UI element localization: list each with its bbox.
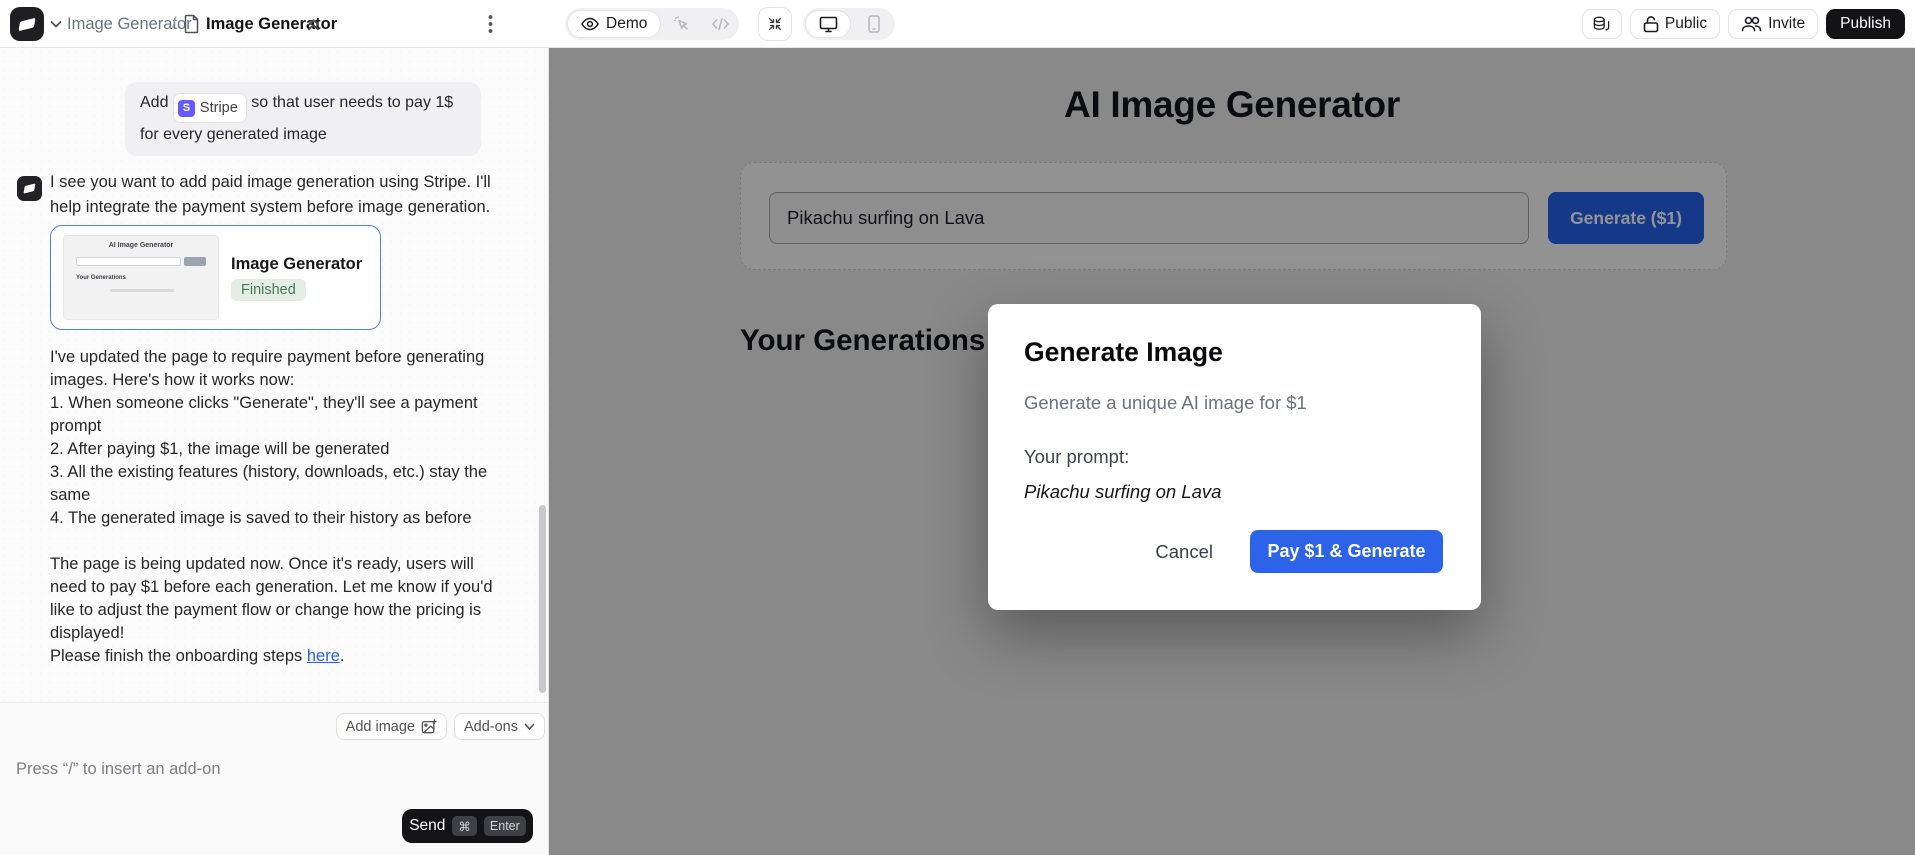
modal-actions: Cancel Pay $1 & Generate	[1155, 530, 1443, 573]
add-image-label: Add image	[346, 719, 415, 735]
workspace-logo[interactable]	[10, 7, 44, 41]
generate-image-modal: Generate Image Generate a unique AI imag…	[988, 304, 1481, 610]
shrink-preview-button[interactable]	[758, 7, 792, 41]
user-message-text: Add	[140, 94, 168, 111]
users-icon	[1741, 16, 1762, 32]
composer: Add image Add-ons Press “/” to insert an…	[0, 702, 548, 855]
assistant-paragraph: I've updated the page to require payment…	[50, 346, 507, 392]
app-preview-pane: AI Image Generator Generate ($1) Your Ge…	[549, 48, 1915, 855]
shrink-icon	[766, 15, 784, 33]
assistant-logo-icon	[24, 184, 36, 194]
demo-mode-button[interactable]: Demo	[567, 10, 661, 38]
mode-toggle-group: Demo	[565, 8, 739, 40]
modal-title: Generate Image	[1024, 337, 1223, 368]
logo-icon	[18, 17, 35, 31]
link-line-prefix: Please finish the onboarding steps	[50, 647, 307, 665]
send-button[interactable]: Send ⌘ Enter	[402, 809, 533, 843]
select-tool-button[interactable]	[663, 16, 701, 33]
code-view-button[interactable]	[701, 17, 739, 31]
demo-mode-label: Demo	[606, 15, 647, 33]
assistant-paragraph: 3. All the existing features (history, d…	[50, 461, 507, 507]
thumbnail-input-row	[76, 257, 206, 266]
more-menu-icon[interactable]	[488, 14, 493, 34]
invite-button[interactable]: Invite	[1728, 9, 1818, 39]
chat-scrollbar-thumb[interactable]	[539, 505, 546, 693]
app-thumbnail: AI Image Generator Your Generations	[63, 235, 219, 320]
assistant-paragraph: 4. The generated image is saved to their…	[50, 507, 507, 530]
addons-button[interactable]: Add-ons	[454, 713, 545, 740]
modal-prompt-label: Your prompt:	[1024, 446, 1129, 468]
user-message: Add S Stripe so that user needs to pay 1…	[125, 82, 481, 156]
cmd-keycap: ⌘	[452, 816, 477, 836]
onboarding-link[interactable]: here	[307, 647, 340, 665]
device-toggle-group	[803, 8, 895, 40]
link-line-suffix: .	[340, 647, 345, 665]
send-label: Send	[409, 817, 445, 835]
enter-keycap: Enter	[484, 816, 526, 836]
chevrons-up-icon[interactable]	[306, 15, 321, 33]
assistant-message-body: I've updated the page to require payment…	[50, 346, 507, 668]
desktop-view-button[interactable]	[805, 10, 851, 38]
file-icon	[184, 14, 200, 34]
coins-icon	[1592, 15, 1611, 33]
modal-prompt-value: Pikachu surfing on Lava	[1024, 481, 1221, 503]
thumbnail-title: AI Image Generator	[64, 242, 218, 249]
thumbnail-section: Your Generations	[76, 275, 126, 281]
lock-open-icon	[1643, 15, 1659, 33]
breadcrumb-separator: /	[172, 0, 176, 48]
code-icon	[711, 17, 730, 31]
visibility-label: Public	[1665, 15, 1707, 33]
app-header: Image Generator / Image Generator Demo	[0, 0, 1915, 48]
assistant-intro: I see you want to add paid image generat…	[50, 170, 498, 220]
chevron-down-icon[interactable]	[50, 20, 62, 29]
pay-generate-button[interactable]: Pay $1 & Generate	[1250, 530, 1443, 573]
task-card-title: Image Generator	[231, 255, 362, 274]
composer-input[interactable]: Press “/” to insert an add-on	[16, 760, 532, 779]
add-image-button[interactable]: Add image	[336, 713, 447, 740]
assistant-paragraph: 1. When someone clicks "Generate", they'…	[50, 392, 507, 438]
assistant-paragraph: 2. After paying $1, the image will be ge…	[50, 438, 507, 461]
assistant-closing-paragraph: The page is being updated now. Once it's…	[50, 553, 507, 645]
stripe-icon: S	[178, 100, 195, 117]
credits-button[interactable]	[1582, 9, 1622, 39]
task-card[interactable]: AI Image Generator Your Generations Imag…	[50, 225, 381, 330]
invite-label: Invite	[1768, 15, 1805, 33]
stripe-chip: S Stripe	[173, 93, 247, 123]
visibility-button[interactable]: Public	[1630, 9, 1720, 39]
smartphone-icon	[868, 15, 880, 33]
modal-subtitle: Generate a unique AI image for $1	[1024, 392, 1307, 414]
publish-button[interactable]: Publish	[1826, 9, 1905, 39]
cancel-button[interactable]: Cancel	[1155, 541, 1213, 563]
assistant-link-line: Please finish the onboarding steps here.	[50, 645, 507, 668]
eye-icon	[581, 17, 599, 31]
cursor-sparkle-icon	[674, 16, 691, 33]
publish-label: Publish	[1840, 15, 1891, 33]
assistant-avatar	[17, 176, 42, 201]
chat-panel: Add S Stripe so that user needs to pay 1…	[0, 48, 549, 855]
mobile-view-button[interactable]	[853, 15, 895, 33]
task-status-badge: Finished	[231, 279, 306, 301]
thumbnail-placeholder-line	[110, 289, 174, 292]
monitor-icon	[819, 16, 838, 33]
addons-label: Add-ons	[464, 719, 518, 735]
chevron-down-icon	[524, 723, 535, 731]
image-plus-icon	[421, 719, 437, 734]
